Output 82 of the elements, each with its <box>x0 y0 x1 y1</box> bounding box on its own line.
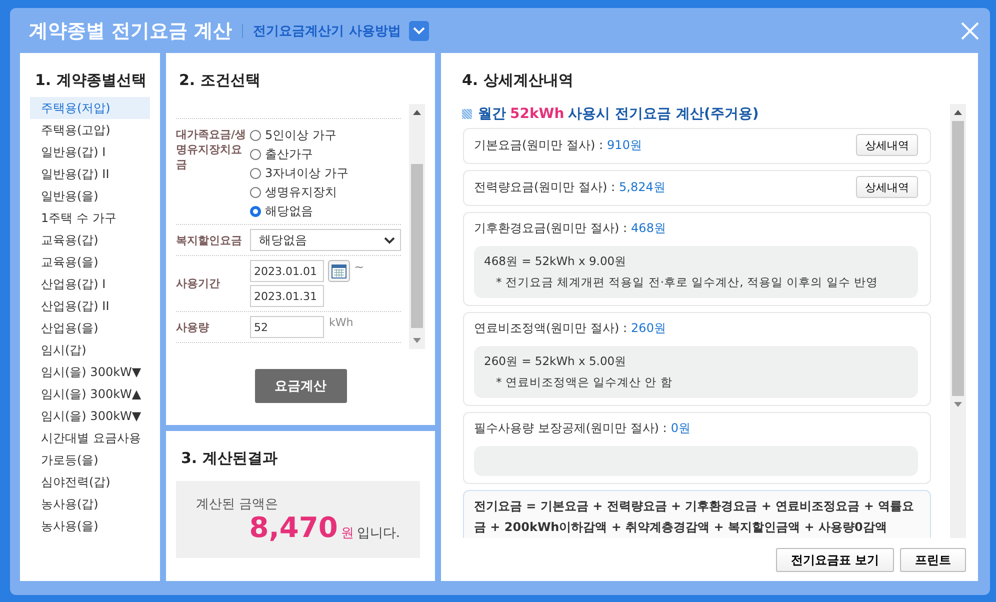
contract-type-item[interactable]: 산업용(을) <box>30 317 150 339</box>
result-amount: 8,470 <box>249 511 338 544</box>
contract-type-item[interactable]: 산업용(갑) I <box>30 273 150 295</box>
contract-type-item[interactable]: 일반용(을) <box>30 185 150 207</box>
option-label: 해당없음 <box>265 203 313 220</box>
details-button[interactable]: 상세내역 <box>856 176 918 198</box>
end-date-field[interactable]: 2023.01.31 <box>250 285 324 307</box>
usage-field[interactable]: 52 <box>250 316 324 338</box>
range-separator: ~ <box>354 260 364 274</box>
charge-value: 0원 <box>670 420 690 436</box>
footer-button[interactable]: 전기요금표 보기 <box>776 548 894 572</box>
expand-button[interactable] <box>408 20 429 40</box>
chevron-down-icon <box>384 236 395 244</box>
contract-type-item[interactable]: 교육용(갑) <box>30 229 150 251</box>
calendar-button[interactable] <box>328 260 350 282</box>
option-label: 출산가구 <box>265 146 313 163</box>
charge-label: 기본요금(원미만 절사) : <box>474 136 604 154</box>
contract-type-item[interactable]: 심야전력(갑) <box>30 471 150 493</box>
result-suffix: 입니다. <box>356 525 400 542</box>
panel-heading: 3. 계산된결과 <box>181 449 278 468</box>
panel-heading: 1. 계약종별선택 <box>35 71 148 90</box>
calculation-line: * 전기요금 체계개편 적용일 전·후로 일수계산, 적용일 이후의 일수 반영 <box>495 274 879 291</box>
square-bullet-icon <box>462 109 472 119</box>
option-label: 3자녀이상 가구 <box>265 165 348 182</box>
calculate-button[interactable]: 요금계산 <box>254 369 346 403</box>
charge-value: 260원 <box>631 320 666 336</box>
unit-label: kWh <box>329 316 354 329</box>
contract-type-item[interactable]: 시간대별 요금사용 <box>30 427 150 449</box>
close-button[interactable] <box>960 20 980 40</box>
close-icon <box>960 20 980 40</box>
welfare-discount-dropdown[interactable]: 해당없음 <box>250 229 401 251</box>
charge-value: 5,824원 <box>619 178 666 196</box>
summary-usage: 52kWh <box>510 106 564 122</box>
contract-type-item[interactable]: 산업용(갑) II <box>30 295 150 317</box>
calculation-line: 468원 = 52kWh x 9.00원 <box>484 253 628 270</box>
contract-type-item[interactable]: 일반용(갑) II <box>30 163 150 185</box>
contract-type-item[interactable]: 주택용(고압) <box>30 119 150 141</box>
contract-type-item[interactable]: 임시(을) 300kW▼ <box>30 405 150 427</box>
field-label: 사용량 <box>176 320 210 334</box>
contract-type-item[interactable]: 임시(갑) <box>30 339 150 361</box>
summary-text: 월간 <box>478 105 506 123</box>
radio-option[interactable]: 생명유지장치 <box>250 184 348 201</box>
contract-type-item[interactable]: 임시(을) 300kW▲ <box>30 383 150 405</box>
charge-value: 910원 <box>607 136 642 154</box>
radio-option[interactable]: 해당없음 <box>250 203 348 220</box>
footer-button[interactable]: 프린트 <box>900 548 966 572</box>
contract-type-item[interactable]: 임시(을) 300kW▼ <box>30 361 150 383</box>
contract-type-item[interactable]: 농사용(갑) <box>30 493 150 515</box>
panel-heading: 2. 조건선택 <box>179 71 262 90</box>
charge-label: 연료비조정액(원미만 절사) : <box>474 320 628 336</box>
summary-text: 사용시 전기요금 계산(주거용) <box>568 105 759 123</box>
result-intro: 계산된 금액은 <box>196 496 280 513</box>
field-label: 복지할인요금 <box>176 232 243 248</box>
contract-type-item[interactable]: 교육용(을) <box>30 251 150 273</box>
radio-option[interactable]: 5인이상 가구 <box>250 127 348 144</box>
charge-label: 기후환경요금(원미만 절사) : <box>474 220 628 236</box>
calculation-line: * 연료비조정액은 일수계산 안 함 <box>495 374 674 391</box>
formula-text: 전기요금 = 기본요금 + 전력량요금 + 기후환경요금 + 연료비조정요금 + 역률요금 + 200kWh이하감액 + 취약계층경감액 + 복지할인금액 + 사용량0감액 <box>474 499 914 534</box>
option-label: 5인이상 가구 <box>265 127 336 144</box>
charge-label: 필수사용량 보장공제(원미만 절사) : <box>474 420 667 436</box>
radio-option[interactable]: 3자녀이상 가구 <box>250 165 348 182</box>
scrollbar[interactable] <box>950 104 966 538</box>
currency-label: 원 <box>340 525 354 542</box>
contract-type-item[interactable]: 주택용(저압) <box>30 97 150 119</box>
contract-type-item[interactable]: 농사용(을) <box>30 515 150 537</box>
scrollbar[interactable] <box>409 104 425 349</box>
window-title: 계약종별 전기요금 계산 <box>29 18 232 44</box>
contract-type-item[interactable]: 1주택 수 가구 <box>30 207 150 229</box>
contract-type-item[interactable]: 일반용(갑) I <box>30 141 150 163</box>
radio-option[interactable]: 출산가구 <box>250 146 348 163</box>
panel-heading: 4. 상세계산내역 <box>462 71 574 90</box>
start-date-field[interactable]: 2023.01.01 <box>250 260 324 282</box>
details-button[interactable]: 상세내역 <box>856 134 918 156</box>
chevron-down-icon <box>412 26 425 34</box>
charge-value: 468원 <box>631 220 666 236</box>
field-label: 사용기간 <box>176 276 221 291</box>
calendar-icon <box>331 263 347 279</box>
charge-label: 전력량요금(원미만 절사) : <box>474 178 616 196</box>
calculation-line: 260원 = 52kWh x 5.00원 <box>484 353 628 370</box>
field-label: 대가족요금/생명유지장치요금 <box>176 127 248 172</box>
option-label: 생명유지장치 <box>265 184 337 201</box>
contract-type-item[interactable]: 가로등(을) <box>30 449 150 471</box>
